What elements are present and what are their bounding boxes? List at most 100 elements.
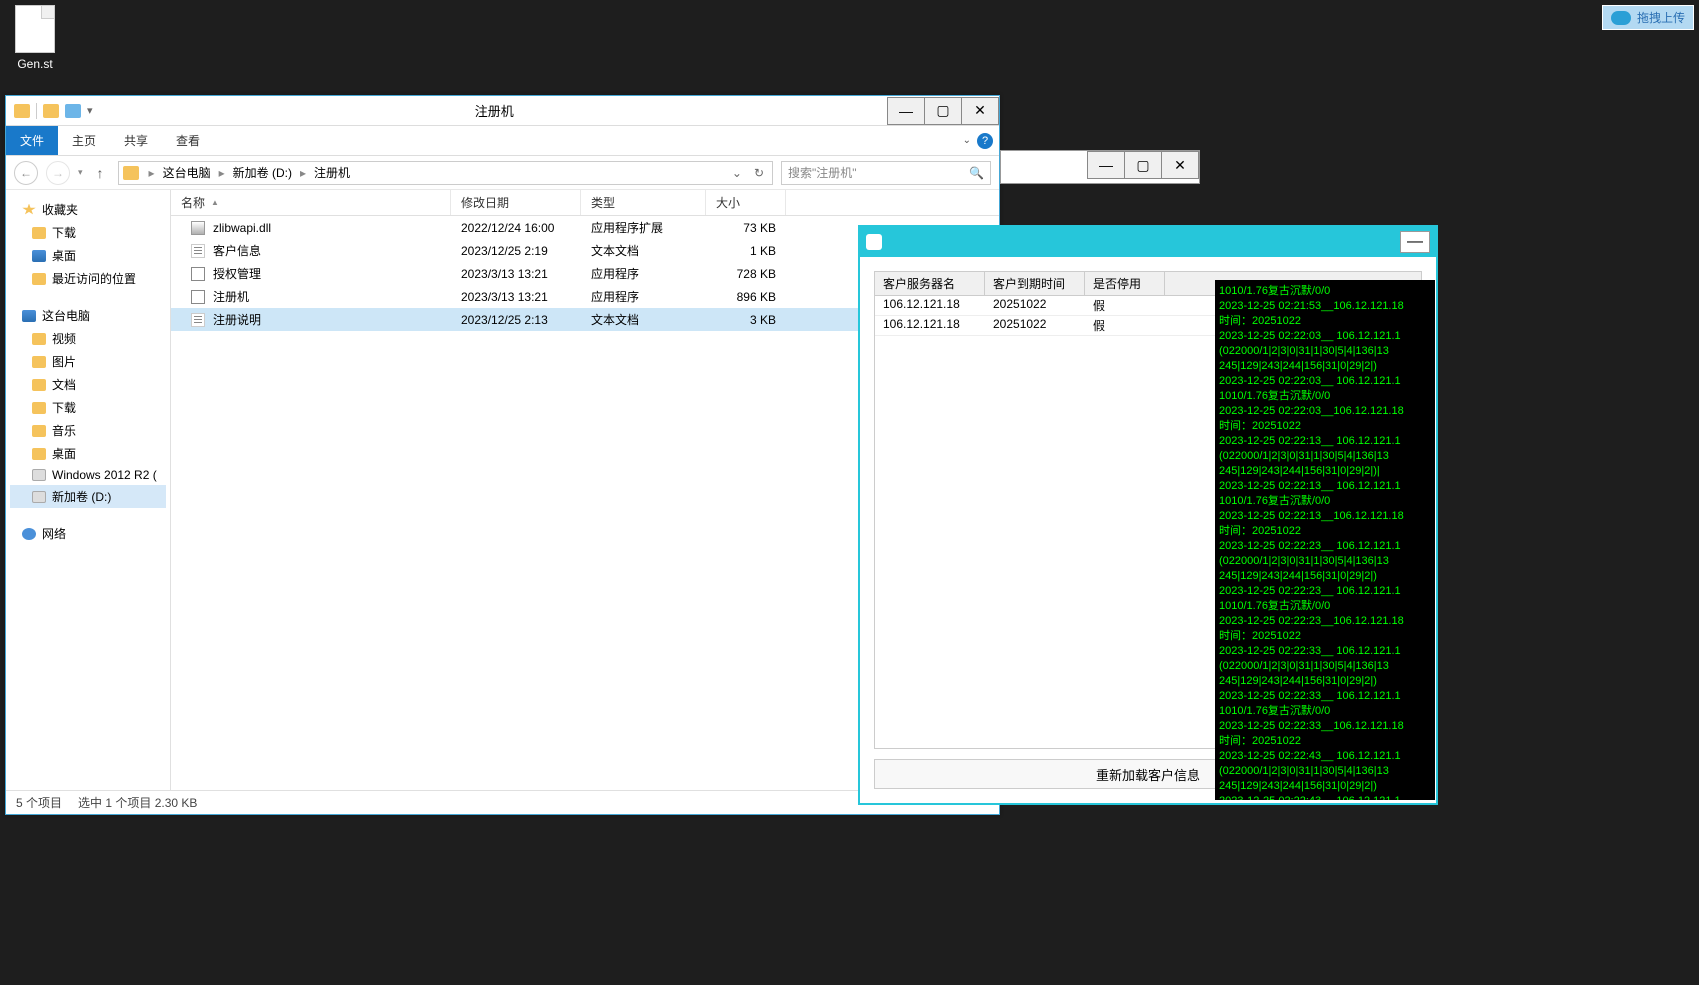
console-line: 245|129|243|244|156|31|0|29|2|) bbox=[1219, 674, 1431, 689]
console-line: 2023-12-25 02:22:23__ 106.12.121.1 bbox=[1219, 584, 1431, 599]
file-type: 文本文档 bbox=[581, 311, 706, 328]
console-line: 2023-12-25 02:22:43__ 106.12.121.1 bbox=[1219, 794, 1431, 800]
cell-suspended: 假 bbox=[1085, 296, 1165, 315]
tree-desktop[interactable]: 桌面 bbox=[10, 244, 166, 267]
column-date[interactable]: 修改日期 bbox=[451, 190, 581, 215]
file-type-icon bbox=[191, 267, 205, 281]
window-title: 注册机 bbox=[101, 101, 888, 120]
app-minimize-button[interactable]: — bbox=[1400, 231, 1430, 253]
tree-win2012[interactable]: Windows 2012 R2 ( bbox=[10, 465, 166, 485]
breadcrumb-folder[interactable]: 注册机 bbox=[310, 164, 354, 181]
breadcrumb[interactable]: ▸ 这台电脑 ▸ 新加卷 (D:) ▸ 注册机 ⌄ ↻ bbox=[118, 161, 773, 185]
console-line: 2023-12-25 02:22:23__106.12.121.18 bbox=[1219, 614, 1431, 629]
tree-favorites[interactable]: 收藏夹 bbox=[10, 198, 166, 221]
column-size[interactable]: 大小 bbox=[706, 190, 786, 215]
qat-properties-icon[interactable] bbox=[65, 104, 81, 118]
console-line: 1010/1.76复古沉默/0/0 bbox=[1219, 494, 1431, 509]
desktop-icon-gen-st[interactable]: Gen.st bbox=[5, 5, 65, 71]
file-type-icon bbox=[191, 290, 205, 304]
console-line: 2023-12-25 02:22:43__ 106.12.121.1 bbox=[1219, 749, 1431, 764]
file-explorer-window: ▾ 注册机 — ▢ ✕ 文件 主页 共享 查看 ⌄ ? ← → ▾ ↑ ▸ 这台… bbox=[5, 95, 1000, 815]
tree-network[interactable]: 网络 bbox=[10, 522, 166, 545]
search-icon: 🔍 bbox=[969, 166, 984, 180]
minimize-button[interactable]: — bbox=[887, 97, 925, 125]
file-icon bbox=[15, 5, 55, 53]
search-input[interactable]: 搜索"注册机" 🔍 bbox=[781, 161, 991, 185]
tree-newvolume[interactable]: 新加卷 (D:) bbox=[10, 485, 166, 508]
file-date: 2022/12/24 16:00 bbox=[451, 221, 581, 235]
bg-minimize-button[interactable]: — bbox=[1087, 151, 1125, 179]
grid-header-server[interactable]: 客户服务器名 bbox=[875, 272, 985, 295]
console-line: 时间：20251022 bbox=[1219, 419, 1431, 434]
console-log[interactable]: 1010/1.76复古沉默/0/02023-12-25 02:21:53__10… bbox=[1215, 280, 1435, 800]
maximize-button[interactable]: ▢ bbox=[924, 97, 962, 125]
console-line: 1010/1.76复古沉默/0/0 bbox=[1219, 704, 1431, 719]
console-line: 245|129|243|244|156|31|0|29|2|) bbox=[1219, 569, 1431, 584]
grid-header-expire[interactable]: 客户到期时间 bbox=[985, 272, 1085, 295]
qat-folder-icon[interactable] bbox=[43, 104, 59, 118]
app-folder-icon bbox=[14, 104, 30, 118]
tab-view[interactable]: 查看 bbox=[162, 126, 214, 155]
console-line: 245|129|243|244|156|31|0|29|2|) bbox=[1219, 779, 1431, 794]
desktop-icon-label: Gen.st bbox=[5, 57, 65, 71]
close-button[interactable]: ✕ bbox=[961, 97, 999, 125]
console-line: (022000/1|2|3|0|31|1|30|5|4|136|13 bbox=[1219, 344, 1431, 359]
column-name[interactable]: 名称 bbox=[171, 190, 451, 215]
qat-overflow-icon[interactable]: ▾ bbox=[87, 104, 93, 117]
drag-upload-button[interactable]: 拖拽上传 bbox=[1602, 5, 1694, 30]
file-date: 2023/12/25 2:19 bbox=[451, 244, 581, 258]
tree-video[interactable]: 视频 bbox=[10, 327, 166, 350]
breadcrumb-dropdown-icon[interactable]: ⌄ bbox=[728, 166, 746, 180]
file-type: 应用程序 bbox=[581, 265, 706, 282]
file-date: 2023/12/25 2:13 bbox=[451, 313, 581, 327]
background-window: — ▢ ✕ bbox=[1000, 150, 1200, 184]
navigation-tree: 收藏夹 下载 桌面 最近访问的位置 这台电脑 视频 图片 文档 下载 音乐 桌面… bbox=[6, 190, 171, 790]
tree-desktop2[interactable]: 桌面 bbox=[10, 442, 166, 465]
console-line: 时间：20251022 bbox=[1219, 734, 1431, 749]
ribbon-collapse-icon[interactable]: ⌄ bbox=[963, 135, 971, 146]
breadcrumb-drive[interactable]: 新加卷 (D:) bbox=[229, 164, 296, 181]
column-type[interactable]: 类型 bbox=[581, 190, 706, 215]
console-line: (022000/1|2|3|0|31|1|30|5|4|136|13 bbox=[1219, 554, 1431, 569]
bg-close-button[interactable]: ✕ bbox=[1161, 151, 1199, 179]
history-dropdown-icon[interactable]: ▾ bbox=[78, 167, 83, 178]
back-button[interactable]: ← bbox=[14, 161, 38, 185]
console-line: (022000/1|2|3|0|31|1|30|5|4|136|13 bbox=[1219, 449, 1431, 464]
breadcrumb-pc[interactable]: 这台电脑 bbox=[159, 164, 215, 181]
console-line: 2023-12-25 02:22:33__106.12.121.18 bbox=[1219, 719, 1431, 734]
tab-file[interactable]: 文件 bbox=[6, 126, 58, 155]
tree-thispc[interactable]: 这台电脑 bbox=[10, 304, 166, 327]
tree-recent[interactable]: 最近访问的位置 bbox=[10, 267, 166, 290]
forward-button[interactable]: → bbox=[46, 161, 70, 185]
status-bar: 5 个项目 选中 1 个项目 2.30 KB bbox=[6, 790, 999, 814]
tree-pictures[interactable]: 图片 bbox=[10, 350, 166, 373]
console-line: (022000/1|2|3|0|31|1|30|5|4|136|13 bbox=[1219, 659, 1431, 674]
tree-downloads2[interactable]: 下载 bbox=[10, 396, 166, 419]
bg-maximize-button[interactable]: ▢ bbox=[1124, 151, 1162, 179]
help-icon[interactable]: ? bbox=[977, 133, 993, 149]
console-line: 时间：20251022 bbox=[1219, 629, 1431, 644]
tree-documents[interactable]: 文档 bbox=[10, 373, 166, 396]
console-line: 1010/1.76复古沉默/0/0 bbox=[1219, 389, 1431, 404]
explorer-titlebar[interactable]: ▾ 注册机 — ▢ ✕ bbox=[6, 96, 999, 126]
cloud-icon bbox=[1611, 11, 1631, 25]
tab-home[interactable]: 主页 bbox=[58, 126, 110, 155]
upload-label: 拖拽上传 bbox=[1637, 9, 1685, 26]
file-type-icon bbox=[191, 244, 205, 258]
app-titlebar[interactable]: — bbox=[860, 227, 1436, 257]
cell-expire: 20251022 bbox=[985, 296, 1085, 315]
cell-suspended: 假 bbox=[1085, 316, 1165, 335]
grid-header-suspended[interactable]: 是否停用 bbox=[1085, 272, 1165, 295]
file-date: 2023/3/13 13:21 bbox=[451, 267, 581, 281]
tree-downloads[interactable]: 下载 bbox=[10, 221, 166, 244]
status-count: 5 个项目 bbox=[16, 794, 62, 811]
up-button[interactable]: ↑ bbox=[91, 165, 110, 181]
quick-access-toolbar: ▾ bbox=[6, 103, 101, 119]
tree-music[interactable]: 音乐 bbox=[10, 419, 166, 442]
file-type: 应用程序扩展 bbox=[581, 219, 706, 236]
console-line: 2023-12-25 02:22:13__ 106.12.121.1 bbox=[1219, 479, 1431, 494]
console-line: 2023-12-25 02:22:03__106.12.121.18 bbox=[1219, 404, 1431, 419]
tab-share[interactable]: 共享 bbox=[110, 126, 162, 155]
refresh-icon[interactable]: ↻ bbox=[750, 166, 768, 180]
console-line: 时间：20251022 bbox=[1219, 314, 1431, 329]
